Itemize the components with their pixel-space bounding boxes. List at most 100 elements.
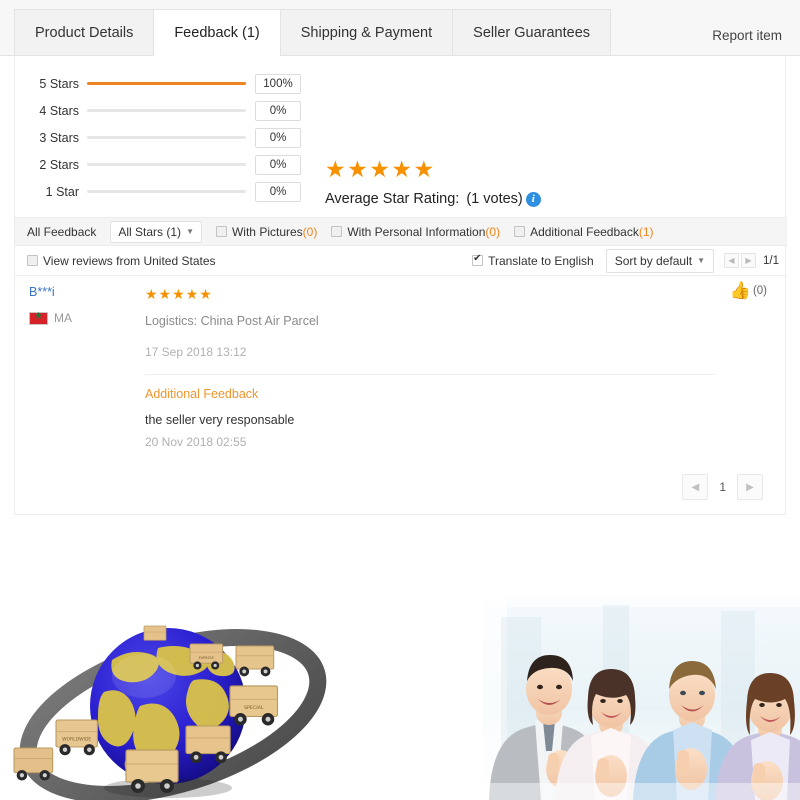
additional-feedback-date: 20 Nov 2018 02:55 [145, 435, 247, 449]
page-indicator: 1/1 [763, 254, 779, 267]
review-controls-right: Translate to English Sort by default ▼ ◀… [472, 248, 779, 273]
filter-all-stars-dropdown[interactable]: All Stars (1) ▼ [110, 220, 202, 243]
tab-product-details[interactable]: Product Details [14, 9, 154, 55]
pagination: ◀ 1 ▶ [682, 474, 763, 500]
rating-bar-percent: 0% [255, 127, 301, 148]
checkbox-with-pictures[interactable] [215, 226, 227, 237]
mini-pagination: ◀ ▶ 1/1 [724, 253, 779, 268]
review-controls-row: View reviews from United States Translat… [15, 246, 787, 276]
reviewer-username[interactable]: B***i [29, 285, 129, 299]
rating-bar-percent: 0% [255, 100, 301, 121]
review-divider [145, 374, 715, 375]
filter-label: With Personal Information [347, 224, 486, 239]
rating-summary: 5 Stars 100% 4 Stars 0% 3 Stars 0% 2 Sta… [15, 56, 787, 207]
sort-label: Sort by default [614, 253, 693, 268]
rating-bar-percent: 100% [255, 73, 301, 94]
mini-prev-page-button[interactable]: ◀ [724, 253, 739, 268]
view-reviews-from-country[interactable]: View reviews from United States [27, 254, 216, 268]
reviewer-country: MA [29, 310, 129, 325]
feedback-panel: 5 Stars 100% 4 Stars 0% 3 Stars 0% 2 Sta… [14, 56, 787, 515]
flag-icon [29, 310, 48, 325]
filter-with-pictures[interactable]: With Pictures (0) [215, 224, 318, 239]
rating-bar-track [87, 136, 246, 139]
average-rating-label: Average Star Rating: [325, 191, 460, 207]
average-rating-block: ★★★★★ Average Star Rating: (1 votes) i [325, 156, 541, 207]
four-people-thumbs-up-image [483, 597, 800, 800]
votes-count: (1 votes) [466, 191, 523, 207]
rating-bar-row: 3 Stars 0% [31, 124, 301, 151]
rating-bar-label: 4 Stars [39, 103, 79, 118]
rating-bar-label: 1 Star [45, 184, 79, 199]
filter-with-personal-information[interactable]: With Personal Information (0) [331, 225, 500, 239]
feedback-page: Product Details Feedback (1) Shipping & … [0, 0, 800, 800]
filter-label: With Pictures [231, 224, 303, 239]
checkbox-translate[interactable] [472, 253, 484, 266]
additional-feedback-text: the seller very responsable [145, 413, 295, 427]
filter-all-feedback[interactable]: All Feedback [27, 225, 96, 239]
tab-label: Feedback (1) [174, 25, 260, 41]
additional-feedback-title: Additional Feedback [145, 387, 259, 401]
current-page-number: 1 [719, 480, 726, 494]
like-count: (0) [752, 284, 767, 297]
tab-feedback[interactable]: Feedback (1) [153, 9, 281, 56]
worldwide-shipping-globe-image: WORLDWIDE SPECIAL EXPRESS [13, 625, 327, 800]
next-page-button[interactable]: ▶ [737, 474, 763, 500]
filter-label: Additional Feedback [530, 224, 639, 239]
svg-text:SPECIAL: SPECIAL [244, 705, 264, 711]
view-reviews-label: View reviews from United States [43, 253, 216, 268]
review-logistics: Logistics: China Post Air Parcel [145, 314, 319, 328]
rating-bar-row: 2 Stars 0% [31, 151, 301, 178]
rating-bar-track [87, 82, 246, 85]
rating-bar-label: 2 Stars [39, 157, 79, 172]
checkbox-additional-feedback[interactable] [514, 226, 526, 237]
review-body: ★★★★★ Logistics: China Post Air Parcel 1… [145, 277, 735, 449]
info-icon[interactable]: i [525, 191, 541, 207]
rating-bar-track [87, 190, 246, 193]
filter-additional-feedback[interactable]: Additional Feedback (1) [514, 224, 654, 239]
rating-bar-percent: 0% [255, 154, 301, 175]
filter-count: (0) [485, 224, 501, 239]
filter-bar: All Feedback All Stars (1) ▼ With Pictur… [15, 217, 787, 246]
like-review-button[interactable]: 👍 (0) [730, 282, 767, 299]
prev-page-button[interactable]: ◀ [682, 474, 709, 500]
mini-next-page-button[interactable]: ▶ [741, 253, 756, 268]
tab-list: Product Details Feedback (1) Shipping & … [14, 9, 612, 56]
tab-label: Shipping & Payment [300, 25, 433, 41]
filter-label: All Feedback [27, 224, 97, 239]
filter-count: (1) [638, 224, 654, 239]
svg-text:WORLDWIDE: WORLDWIDE [62, 737, 91, 743]
rating-bar-list: 5 Stars 100% 4 Stars 0% 3 Stars 0% 2 Sta… [31, 70, 301, 205]
translate-toggle[interactable]: Translate to English [472, 253, 594, 268]
thumbs-up-icon: 👍 [729, 281, 751, 300]
rating-bar-label: 3 Stars [39, 130, 79, 145]
average-rating-line: Average Star Rating: (1 votes) i [325, 191, 541, 207]
tab-seller-guarantees[interactable]: Seller Guarantees [452, 9, 612, 55]
translate-label: Translate to English [488, 253, 594, 268]
chevron-down-icon: ▼ [697, 256, 705, 265]
tab-shipping-payment[interactable]: Shipping & Payment [280, 9, 453, 55]
review-stars: ★★★★★ [145, 286, 213, 302]
tab-bar: Product Details Feedback (1) Shipping & … [0, 0, 800, 56]
rating-bar-track [87, 109, 246, 112]
chevron-down-icon: ▼ [186, 227, 194, 236]
rating-bar-row: 1 Star 0% [31, 178, 301, 205]
sort-dropdown[interactable]: Sort by default ▼ [605, 248, 714, 273]
average-stars: ★★★★★ [325, 156, 436, 182]
country-code: MA [54, 311, 72, 325]
promo-image-zone: WORLDWIDE SPECIAL EXPRESS [0, 528, 800, 800]
svg-text:EXPRESS: EXPRESS [199, 656, 214, 660]
rating-bar-label: 5 Stars [39, 76, 79, 91]
reviewer-info: B***i MA [29, 285, 129, 325]
review-date: 17 Sep 2018 13:12 [145, 345, 247, 359]
checkbox-with-personal-information[interactable] [331, 226, 343, 237]
filter-all-stars-label: All Stars (1) [118, 224, 182, 239]
filter-count: (0) [302, 224, 318, 239]
report-item-link[interactable]: Report item [712, 28, 782, 43]
tab-label: Product Details [35, 25, 134, 41]
tab-label: Seller Guarantees [473, 25, 591, 41]
rating-bar-row: 5 Stars 100% [31, 70, 301, 97]
checkbox-view-reviews-country[interactable] [27, 255, 38, 266]
rating-bar-row: 4 Stars 0% [31, 97, 301, 124]
rating-bar-track [87, 163, 246, 166]
rating-bar-fill [87, 82, 246, 85]
